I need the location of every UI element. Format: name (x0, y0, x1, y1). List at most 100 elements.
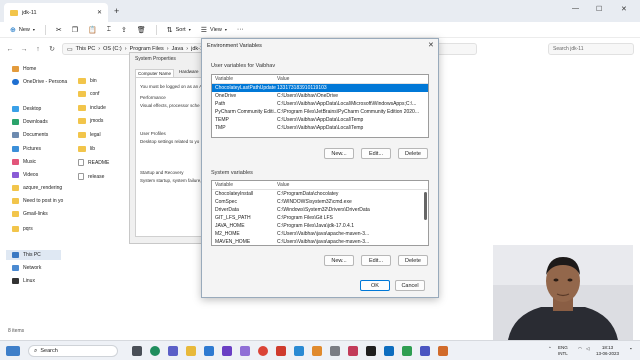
close-icon[interactable]: ✕ (428, 41, 434, 49)
clock[interactable]: 18:13 13-06-2023 (596, 345, 619, 356)
user-new-button[interactable]: New... (324, 148, 354, 159)
sidebar-item-pictures[interactable]: Pictures (12, 146, 41, 152)
sidebar-item-documents[interactable]: Documents (12, 132, 48, 138)
table-row[interactable]: M2_HOME C:\Users\Vaibhav\java\apache-mav… (212, 230, 428, 238)
system-variables-table[interactable]: Variable Value ChocolateyInstall C:\Prog… (211, 180, 429, 246)
system-edit-button[interactable]: Edit... (361, 255, 391, 266)
sidebar-item-videos[interactable]: Videos (12, 172, 38, 178)
table-row[interactable]: ChocolateyInstall C:\ProgramData\chocola… (212, 190, 428, 198)
sidebar-item-desktop[interactable]: Desktop (12, 106, 41, 112)
list-item[interactable]: legal (78, 132, 101, 138)
table-row[interactable]: ComSpec C:\WINDOWS\system32\cmd.exe (212, 198, 428, 206)
volume-icon[interactable]: ◁ (586, 346, 589, 352)
forward-icon[interactable]: → (20, 46, 28, 53)
table-row[interactable]: MAVEN_HOME C:\Users\Vaibhav\java\apache-… (212, 238, 428, 245)
chevron-up-icon[interactable]: ⌃ (548, 346, 552, 352)
list-item[interactable]: conf (78, 91, 99, 97)
ok-button[interactable]: OK (360, 280, 390, 291)
table-row[interactable]: TEMP C:\Users\Vaibhav\AppData\Local\Temp (212, 116, 428, 124)
app-icon[interactable] (384, 346, 394, 356)
list-item[interactable]: include (78, 105, 106, 111)
sidebar-item-need-to-post[interactable]: Need to post in yo (12, 198, 63, 204)
store-icon[interactable] (222, 346, 232, 356)
chrome-icon[interactable] (258, 346, 268, 356)
back-icon[interactable]: ← (6, 46, 14, 53)
list-item[interactable]: lib (78, 146, 95, 152)
breadcrumb-os-c[interactable]: OS (C:) (103, 46, 122, 52)
up-icon[interactable]: ↑ (34, 46, 42, 53)
weather-widget-icon[interactable] (6, 346, 20, 356)
close-icon[interactable]: ✕ (621, 5, 627, 13)
table-row[interactable]: OneDrive C:\Users\Vaibhav\OneDrive (212, 92, 428, 100)
wifi-icon[interactable]: ◠ (578, 346, 582, 352)
tab-computer-name[interactable]: Computer Name (135, 69, 175, 77)
rename-icon[interactable]: ⌶ (107, 26, 111, 34)
list-item[interactable]: release (78, 173, 104, 180)
terminal-icon[interactable] (366, 346, 376, 356)
taskbar-search[interactable]: ⌕ Search (28, 345, 118, 357)
more-options-icon[interactable]: ··· (237, 26, 244, 33)
tab-hardware[interactable]: Hardware (179, 69, 199, 77)
table-row[interactable]: JAVA_HOME C:\Program Files\Java\jdk-17.0… (212, 222, 428, 230)
table-row[interactable]: GIT_LFS_PATH C:\Program Files\Git LFS (212, 214, 428, 222)
column-header-variable[interactable]: Variable (212, 182, 277, 188)
table-row[interactable]: TMP C:\Users\Vaibhav\AppData\Local\Temp (212, 124, 428, 132)
sidebar-item-home[interactable]: Home (12, 66, 36, 72)
copy-icon[interactable]: ❐ (72, 26, 78, 34)
breadcrumb-this-pc[interactable]: This PC (76, 46, 96, 52)
sidebar-item-gmail-links[interactable]: Gmail-links (12, 211, 48, 217)
table-row[interactable]: DriverData C:\Windows\System32\Drivers\D… (212, 206, 428, 214)
cancel-button[interactable]: Cancel (395, 280, 425, 291)
tab-jdk-11[interactable]: jdk-11 ✕ (4, 3, 108, 22)
app-icon[interactable] (348, 346, 358, 356)
app-icon[interactable] (240, 346, 250, 356)
cut-icon[interactable]: ✂ (56, 26, 62, 34)
app-icon[interactable] (312, 346, 322, 356)
list-item[interactable]: bin (78, 78, 97, 84)
sidebar-item-onedrive[interactable]: OneDrive - Persona (12, 79, 67, 85)
app-icon[interactable] (402, 346, 412, 356)
system-delete-button[interactable]: Delete (398, 255, 428, 266)
sidebar-item-downloads[interactable]: Downloads (12, 119, 48, 125)
minimize-icon[interactable]: — (572, 5, 579, 12)
sidebar-item-azqure-rendering[interactable]: azqure_rendering (12, 185, 62, 191)
system-new-button[interactable]: New... (324, 255, 354, 266)
paste-icon[interactable]: 📋 (88, 26, 97, 34)
app-icon[interactable] (276, 346, 286, 356)
sidebar-item-pqrs[interactable]: pqrs (12, 226, 33, 232)
user-delete-button[interactable]: Delete (398, 148, 428, 159)
spotify-icon[interactable] (150, 346, 160, 356)
vscode-icon[interactable] (294, 346, 304, 356)
share-icon[interactable]: ⇪ (121, 26, 127, 34)
language-indicator[interactable]: ENG INTL (558, 345, 568, 356)
search-input[interactable]: Search jdk-11 (548, 43, 634, 55)
settings-gear-icon[interactable] (330, 346, 340, 356)
table-row[interactable]: PyCharm Community Editi... C:\Program Fi… (212, 108, 428, 116)
new-tab-icon[interactable]: + (114, 6, 119, 16)
new-button[interactable]: ⊕ New ▾ (10, 26, 35, 34)
app-icon[interactable] (420, 346, 430, 356)
app-icon[interactable] (438, 346, 448, 356)
teams-icon[interactable] (168, 346, 178, 356)
delete-icon[interactable]: 🗑 (137, 26, 146, 34)
tab-close-icon[interactable]: ✕ (97, 9, 102, 16)
column-header-value[interactable]: Value (277, 76, 422, 82)
sort-button[interactable]: ⇅ Sort ▾ (167, 26, 191, 34)
task-view-icon[interactable] (132, 346, 142, 356)
view-button[interactable]: ☰ View ▾ (201, 26, 227, 34)
list-item[interactable]: README (78, 159, 109, 166)
refresh-icon[interactable]: ↻ (48, 45, 56, 53)
maximize-icon[interactable]: ☐ (596, 5, 602, 13)
sidebar-item-network[interactable]: Network (12, 265, 41, 271)
file-explorer-icon[interactable] (186, 346, 196, 356)
sidebar-item-music[interactable]: Music (12, 159, 36, 165)
sidebar-item-linux[interactable]: Linux (12, 278, 35, 284)
table-row[interactable]: Path C:\Users\Vaibhav\AppData\Local\Micr… (212, 100, 428, 108)
user-variables-table[interactable]: Variable Value ChocolateyLastPathUpdate … (211, 74, 429, 138)
column-header-value[interactable]: Value (277, 182, 422, 188)
sidebar-item-this-pc[interactable]: This PC (6, 250, 61, 260)
user-edit-button[interactable]: Edit... (361, 148, 391, 159)
edge-icon[interactable] (204, 346, 214, 356)
table-row[interactable]: ChocolateyLastPathUpdate 133173183910119… (212, 84, 428, 92)
scrollbar-thumb[interactable] (424, 192, 427, 220)
